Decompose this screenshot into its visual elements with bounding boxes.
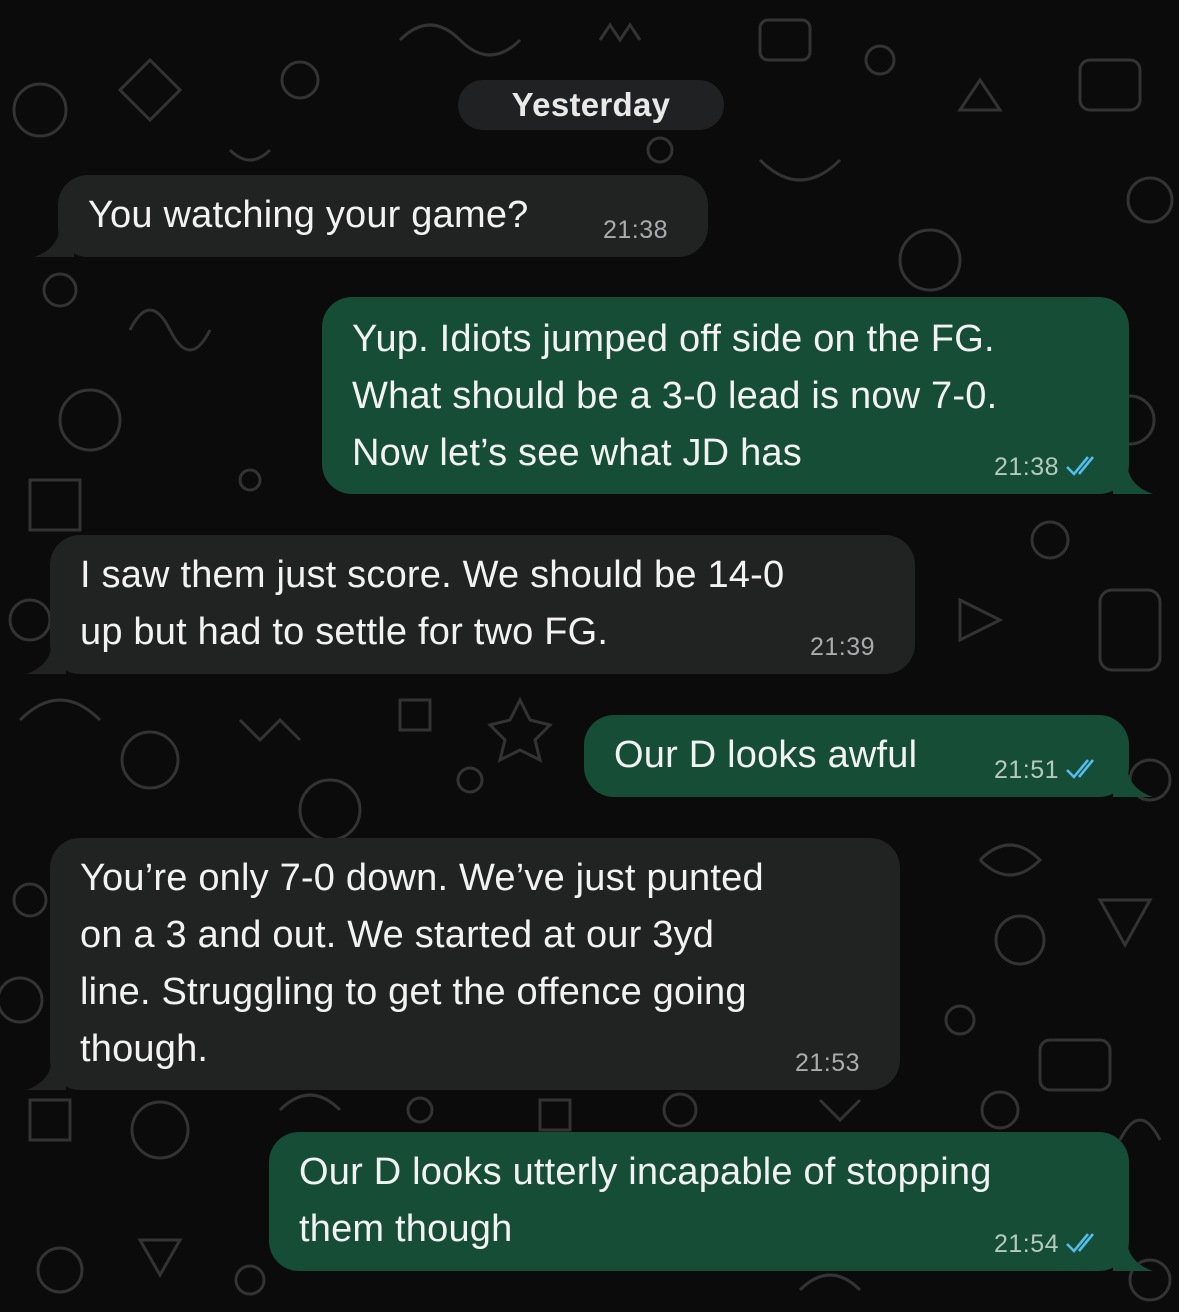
bubble-tail: [1113, 1241, 1153, 1271]
message-text: Yup. Idiots jumped off side on the FG. W…: [352, 318, 998, 474]
message-bubble-incoming[interactable]: You watching your game? 21:38: [34, 175, 708, 257]
double-check-icon: [1066, 759, 1095, 779]
bubble-tail: [26, 1060, 66, 1090]
bubble-tail: [1113, 767, 1153, 797]
message-text: Our D looks awful: [614, 734, 918, 776]
message-text: I saw them just score. We should be 14-0…: [80, 554, 785, 653]
bubble-tail: [26, 644, 66, 674]
bubble-tail: [34, 227, 74, 257]
double-check-icon: [1066, 456, 1095, 476]
message-bubble-incoming[interactable]: You’re only 7-0 down. We’ve just punted …: [26, 838, 900, 1090]
message-time: 21:39: [810, 633, 876, 661]
message-time: 21:54: [994, 1229, 1101, 1259]
message-bubble-outgoing[interactable]: Yup. Idiots jumped off side on the FG. W…: [322, 297, 1153, 494]
message-time: 21:38: [603, 216, 669, 244]
double-check-icon: [1066, 1233, 1095, 1253]
message-bubble-outgoing[interactable]: Our D looks awful 21:51: [584, 715, 1153, 797]
chat-view[interactable]: Yesterday You watching your game? 21:38 …: [0, 0, 1179, 1312]
message-bubble-incoming[interactable]: I saw them just score. We should be 14-0…: [26, 535, 915, 674]
message-text: You’re only 7-0 down. We’ve just punted …: [80, 857, 764, 1070]
message-time: 21:51: [994, 755, 1101, 785]
message-text: Our D looks utterly incapable of stoppin…: [299, 1151, 992, 1250]
message-time: 21:53: [795, 1049, 861, 1077]
message-bubble-outgoing[interactable]: Our D looks utterly incapable of stoppin…: [269, 1132, 1153, 1271]
date-separator: Yesterday: [458, 80, 724, 130]
message-time: 21:38: [994, 452, 1101, 482]
message-text: You watching your game?: [88, 194, 529, 236]
bubble-tail: [1113, 464, 1153, 494]
